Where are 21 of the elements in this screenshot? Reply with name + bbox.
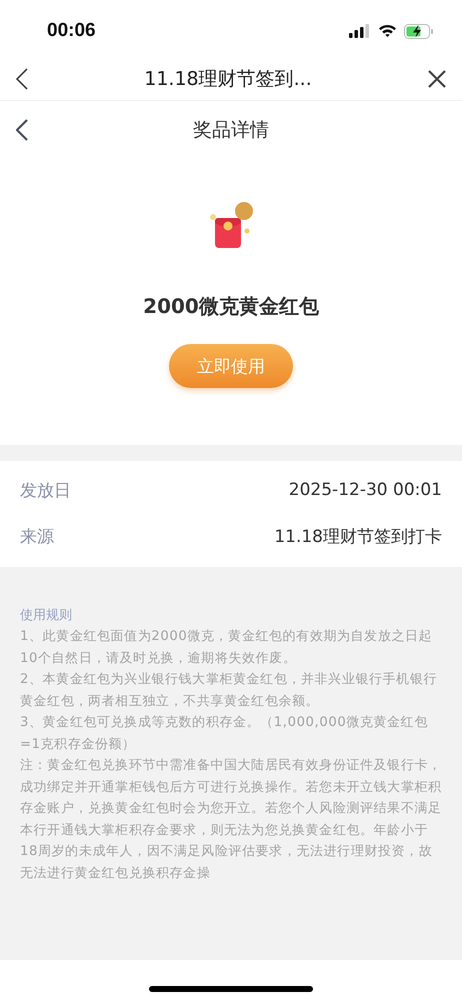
- wifi-icon: [378, 24, 397, 38]
- rule-paragraph: 注：黄金红包兑换环节中需准备中国大陆居民有效身份证件及银行卡，成功绑定并开通掌柜钱包后方可进行兑换操作。若您未开立钱大掌柜积存金账户，兑换黄金红包时会为您开立。若您个人风险测评结果不满足本行开通钱大掌柜积存金要求，则无法为您兑换黄金红包。年龄小于18周岁的未成年人，因不满足风险评估要求，无法进行理财投资，故无法进行黄金红包兑换积存金操: [20, 757, 442, 882]
- rule-paragraph: 2、本黄金红包为兴业银行钱大掌柜黄金红包，并非兴业银行手机银行黄金红包，两者相互独立，不共享黄金红包余额。: [20, 671, 438, 710]
- detail-label: 来源: [20, 526, 54, 548]
- status-time: 00:06: [47, 20, 96, 42]
- detail-value: 11.18理财节签到打卡: [274, 526, 442, 548]
- battery-charging-icon: [404, 24, 434, 38]
- page-title: 11.18理财节签到...: [143, 67, 313, 92]
- rule-paragraph: 3、黄金红包可兑换成等克数的积存金。（1,000,000微克黄金红包=1克积存金份额）: [20, 714, 429, 754]
- envelope-icon: [207, 201, 255, 251]
- rule-paragraph: 1、此黄金红包面值为2000微克，黄金红包的有效期为自发放之日起10个自然日，请及时兑换，逾期将失效作废。: [20, 628, 434, 668]
- detail-label: 发放日: [20, 480, 71, 502]
- prize-name: 2000微克黄金红包: [143, 293, 319, 320]
- signal-icon: [349, 24, 371, 38]
- use-now-button[interactable]: 立即使用: [169, 344, 293, 388]
- back-icon[interactable]: [16, 119, 28, 141]
- detail-value: 2025-12-30 00:01: [288, 480, 442, 500]
- back-icon[interactable]: [16, 68, 28, 90]
- close-icon[interactable]: [428, 70, 446, 88]
- header-title: 奖品详情: [192, 118, 270, 143]
- rules-title: 使用规则: [20, 607, 73, 625]
